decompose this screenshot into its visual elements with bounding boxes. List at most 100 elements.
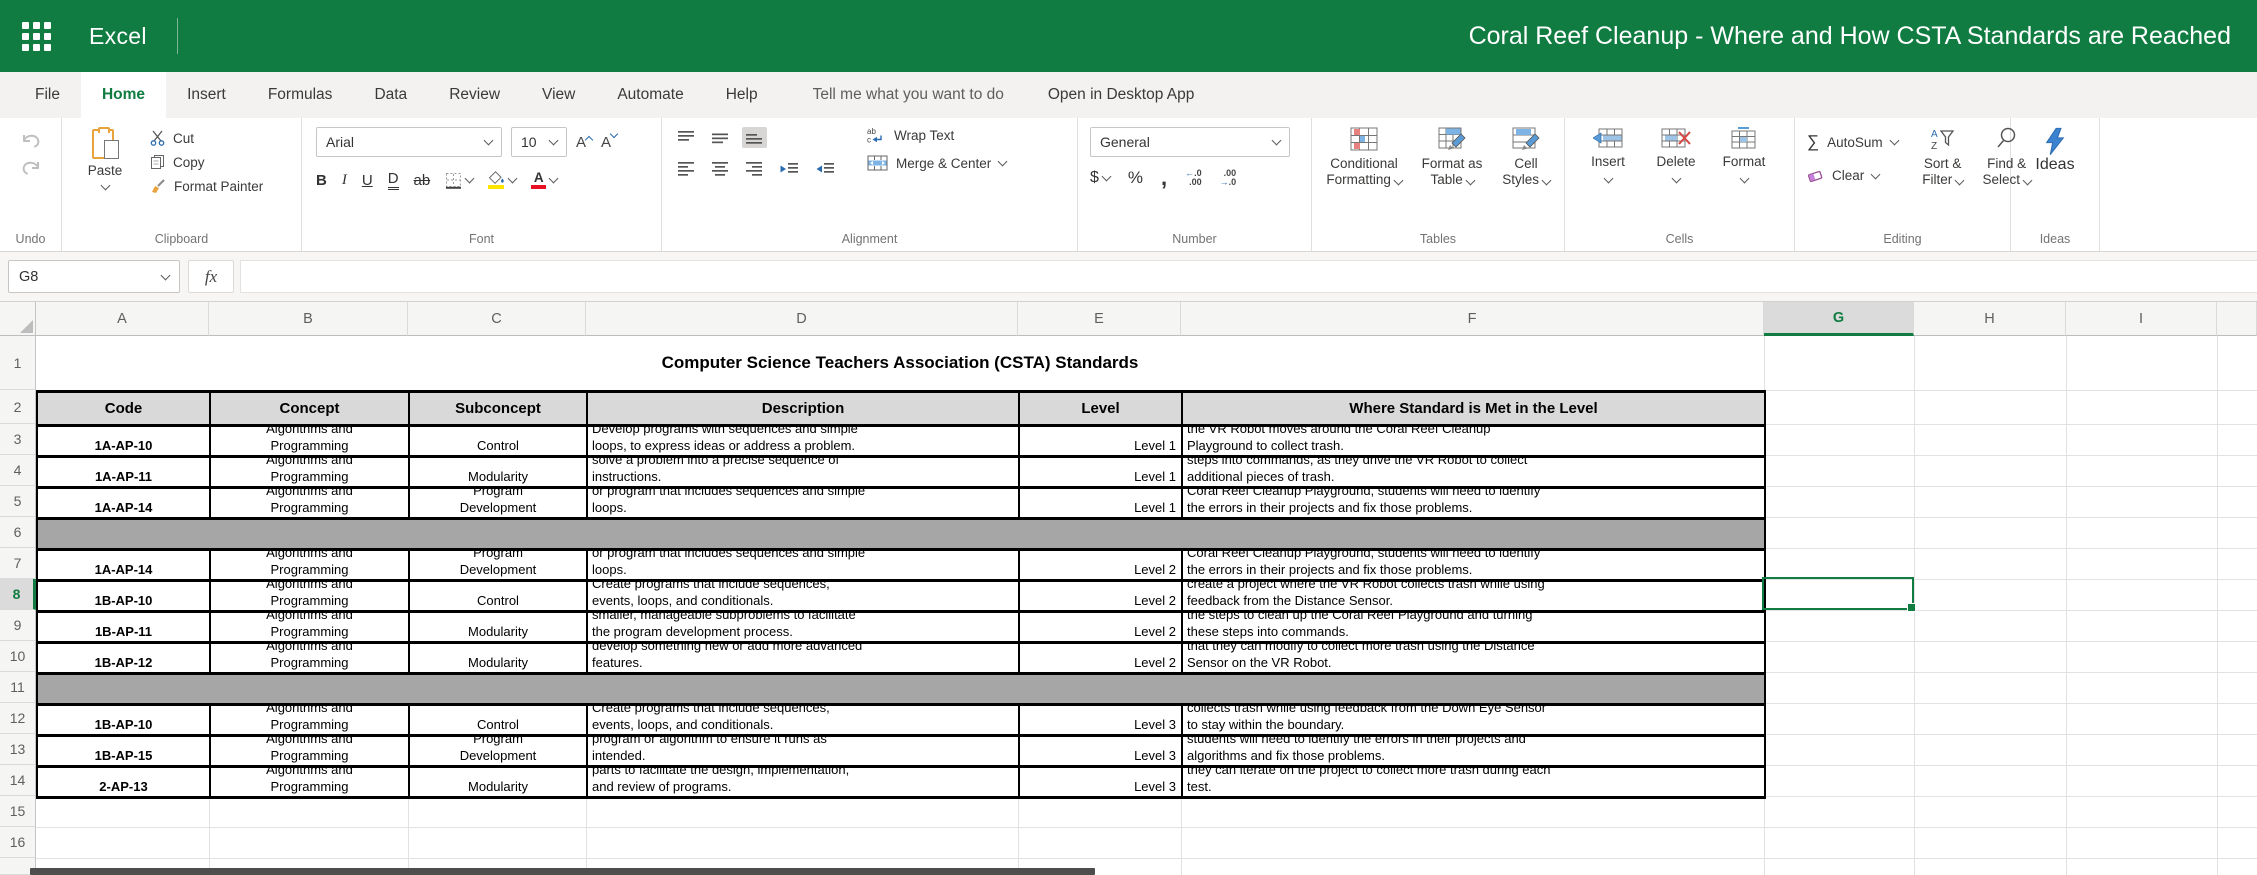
cell-E8[interactable]: Level 2 <box>1020 582 1183 610</box>
redo-button[interactable] <box>19 158 43 175</box>
comma-style-button[interactable]: , <box>1161 173 1167 183</box>
column-header-G[interactable]: G <box>1764 302 1914 336</box>
paste-dropdown-icon[interactable] <box>100 181 110 191</box>
cell-E10[interactable]: Level 2 <box>1020 644 1183 672</box>
cell-B8[interactable]: Algorithms andProgramming <box>211 582 410 610</box>
cell-A5[interactable]: 1A-AP-14 <box>38 489 211 517</box>
cell-D13[interactable]: program or algorithm to ensure it runs a… <box>588 737 1020 765</box>
cell-A12[interactable]: 1B-AP-10 <box>38 706 211 734</box>
cell-A3[interactable]: 1A-AP-10 <box>38 427 211 455</box>
decrease-font-size-button[interactable]: A <box>601 134 617 151</box>
separator-row-11[interactable] <box>38 675 1766 706</box>
cell-A8[interactable]: 1B-AP-10 <box>38 582 211 610</box>
cell-F5[interactable]: Coral Reef Cleanup Playground, students … <box>1183 489 1766 517</box>
row-header-1[interactable]: 1 <box>0 336 36 390</box>
row-header-2[interactable]: 2 <box>0 390 36 424</box>
cell-C8[interactable]: Control <box>410 582 588 610</box>
number-format-select[interactable]: General <box>1090 127 1290 157</box>
cell-C7[interactable]: ProgramDevelopment <box>410 551 588 579</box>
fill-handle[interactable] <box>1907 603 1916 612</box>
name-box[interactable]: G8 <box>8 260 180 293</box>
cell-F13[interactable]: students will need to identify the error… <box>1183 737 1766 765</box>
column-header-B[interactable]: B <box>209 302 408 336</box>
menu-tab-data[interactable]: Data <box>353 72 428 118</box>
insert-cells-button[interactable]: Insert <box>1579 127 1637 182</box>
cell-B14[interactable]: Algorithms andProgramming <box>211 768 410 796</box>
table-header-description[interactable]: Description <box>588 393 1020 424</box>
table-header-where-standard-is-met-in-the-level[interactable]: Where Standard is Met in the Level <box>1183 393 1766 424</box>
increase-indent-button[interactable] <box>812 159 839 179</box>
cell-D12[interactable]: Create programs that include sequences,e… <box>588 706 1020 734</box>
menu-tab-insert[interactable]: Insert <box>166 72 247 118</box>
align-center-button[interactable] <box>708 159 733 179</box>
row-header-8[interactable]: 8 <box>0 579 36 610</box>
cell-C13[interactable]: ProgramDevelopment <box>410 737 588 765</box>
cell-A14[interactable]: 2-AP-13 <box>38 768 211 796</box>
cell-B3[interactable]: Algorithms andProgramming <box>211 427 410 455</box>
format-as-table-button[interactable]: Format as Table <box>1412 127 1492 188</box>
undo-button[interactable] <box>19 131 43 148</box>
cell-C14[interactable]: Modularity <box>410 768 588 796</box>
font-name-select[interactable]: Arial <box>316 127 502 157</box>
cell-F12[interactable]: collects trash while using feedback from… <box>1183 706 1766 734</box>
column-header-H[interactable]: H <box>1914 302 2066 336</box>
double-underline-button[interactable]: D <box>388 170 399 190</box>
row-header-13[interactable]: 13 <box>0 734 36 765</box>
row-header-6[interactable]: 6 <box>0 517 36 548</box>
cell-E5[interactable]: Level 1 <box>1020 489 1183 517</box>
column-header-A[interactable]: A <box>36 302 209 336</box>
row-header-10[interactable]: 10 <box>0 641 36 672</box>
cell-E7[interactable]: Level 2 <box>1020 551 1183 579</box>
font-size-select[interactable]: 10 <box>511 127 567 157</box>
cell-D3[interactable]: Develop programs with sequences and simp… <box>588 427 1020 455</box>
horizontal-scrollbar-thumb[interactable] <box>30 868 1095 875</box>
cell-F3[interactable]: the VR Robot moves around the Coral Reef… <box>1183 427 1766 455</box>
cell-D4[interactable]: solve a problem into a precise sequence … <box>588 458 1020 486</box>
font-color-button[interactable]: A <box>531 172 557 189</box>
align-left-button[interactable] <box>674 159 699 179</box>
cell-C4[interactable]: Modularity <box>410 458 588 486</box>
app-name[interactable]: Excel <box>89 23 147 50</box>
align-bottom-button[interactable] <box>742 127 767 148</box>
cell-B5[interactable]: Algorithms andProgramming <box>211 489 410 517</box>
underline-button[interactable]: U <box>362 172 373 189</box>
bold-button[interactable]: B <box>316 172 327 189</box>
cell-C12[interactable]: Control <box>410 706 588 734</box>
document-title[interactable]: Coral Reef Cleanup - Where and How CSTA … <box>1469 22 2231 51</box>
cell-F4[interactable]: steps into commands, as they drive the V… <box>1183 458 1766 486</box>
cell-styles-button[interactable]: Cell Styles <box>1494 127 1558 188</box>
selected-cell-G8[interactable] <box>1762 577 1914 610</box>
paste-button[interactable]: Paste <box>74 127 136 194</box>
wrap-text-button[interactable]: ab c Wrap Text <box>867 127 1006 143</box>
align-right-button[interactable] <box>742 159 767 179</box>
decrease-indent-button[interactable] <box>776 159 803 179</box>
cell-E4[interactable]: Level 1 <box>1020 458 1183 486</box>
cell-F7[interactable]: Coral Reef Cleanup Playground, students … <box>1183 551 1766 579</box>
insert-function-button[interactable]: fx <box>188 260 234 293</box>
table-header-code[interactable]: Code <box>38 393 211 424</box>
cell-F10[interactable]: that they can modify to collect more tra… <box>1183 644 1766 672</box>
cell-D9[interactable]: smaller, manageable subproblems to facil… <box>588 613 1020 641</box>
cell-B12[interactable]: Algorithms andProgramming <box>211 706 410 734</box>
row-header-7[interactable]: 7 <box>0 548 36 579</box>
increase-decimal-button[interactable]: ←.0.00 <box>1185 169 1202 188</box>
cell-B13[interactable]: Algorithms andProgramming <box>211 737 410 765</box>
conditional-formatting-button[interactable]: Conditional Formatting <box>1318 127 1410 188</box>
align-top-button[interactable] <box>674 127 699 148</box>
row-header-5[interactable]: 5 <box>0 486 36 517</box>
menu-tab-view[interactable]: View <box>521 72 596 118</box>
cell-F9[interactable]: the steps to clean up the Coral Reef Pla… <box>1183 613 1766 641</box>
cell-A4[interactable]: 1A-AP-11 <box>38 458 211 486</box>
row-header-4[interactable]: 4 <box>0 455 36 486</box>
separator-row-6[interactable] <box>38 520 1766 551</box>
menu-tab-automate[interactable]: Automate <box>596 72 704 118</box>
cell-C10[interactable]: Modularity <box>410 644 588 672</box>
merge-center-button[interactable]: Merge & Center <box>867 155 1006 171</box>
cell-B10[interactable]: Algorithms andProgramming <box>211 644 410 672</box>
borders-button[interactable] <box>445 172 473 189</box>
cell-A7[interactable]: 1A-AP-14 <box>38 551 211 579</box>
tell-me-box[interactable]: Tell me what you want to do <box>813 72 1004 118</box>
menu-tab-help[interactable]: Help <box>705 72 779 118</box>
autosum-button[interactable]: ∑ AutoSum <box>1807 132 1898 152</box>
cell-B4[interactable]: Algorithms andProgramming <box>211 458 410 486</box>
